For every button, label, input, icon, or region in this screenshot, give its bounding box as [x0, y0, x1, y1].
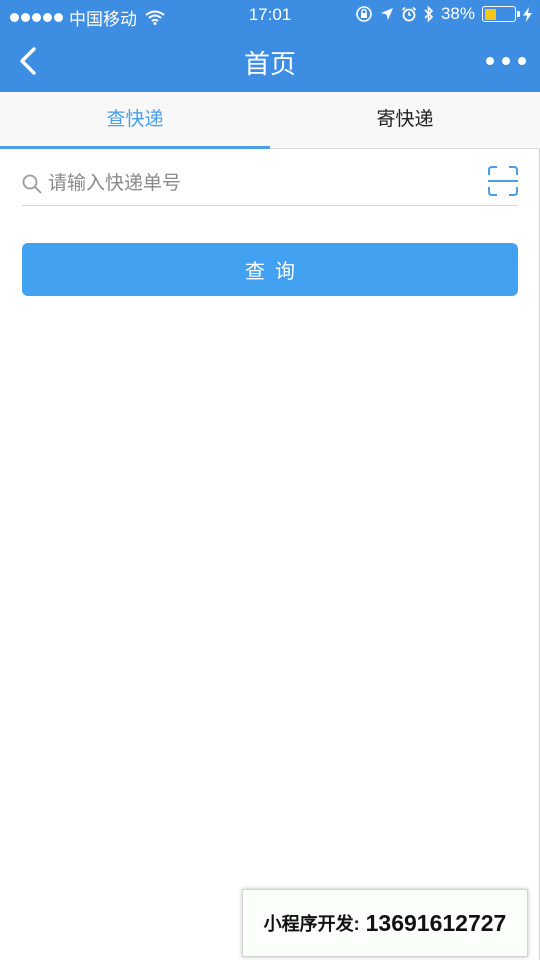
location-icon — [380, 8, 393, 20]
search-row — [22, 160, 518, 206]
tab-query-express[interactable]: 查快递 — [0, 92, 270, 149]
more-dots-icon — [486, 57, 494, 65]
status-bar: 中国移动 17:01 38% — [0, 0, 540, 30]
query-button[interactable]: 查询 — [22, 243, 518, 296]
nav-bar: 首页 — [0, 30, 540, 92]
search-icon — [22, 174, 42, 194]
promo-banner: 小程序开发: 13691612727 — [242, 889, 528, 957]
battery-icon — [482, 6, 520, 22]
orientation-lock-icon — [356, 6, 372, 22]
more-button[interactable] — [486, 52, 526, 70]
battery-fill — [484, 8, 496, 20]
page-title: 首页 — [243, 50, 296, 80]
app-screen: 中国移动 17:01 38% 首页 查快递 寄快递 请输入快递单号 查询 小程序… — [0, 0, 540, 960]
bluetooth-icon — [424, 5, 434, 23]
alarm-icon — [401, 6, 417, 22]
tab-send-express[interactable]: 寄快递 — [270, 92, 540, 148]
promo-label: 小程序开发: — [263, 914, 360, 934]
promo-phone: 13691612727 — [365, 909, 507, 936]
tab-bar: 查快递 寄快递 — [0, 92, 540, 149]
charging-icon — [523, 6, 532, 22]
battery-percent: 38% — [440, 4, 475, 23]
status-right: 38% — [355, 4, 532, 24]
tracking-number-input[interactable] — [48, 166, 468, 200]
scan-icon[interactable] — [488, 166, 518, 196]
battery-tip — [517, 11, 520, 17]
